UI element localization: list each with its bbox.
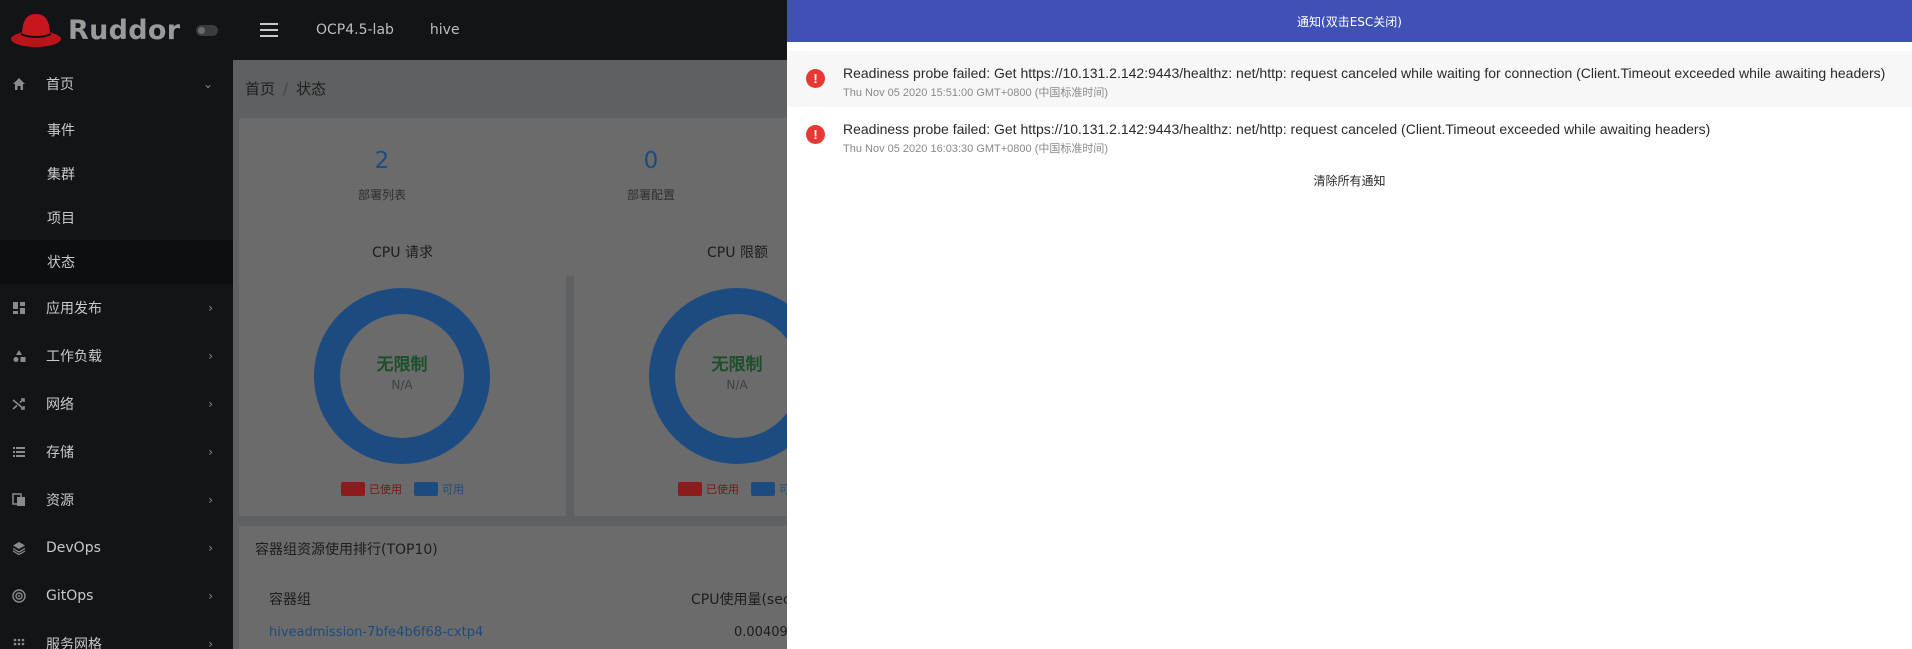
breadcrumb-home[interactable]: 首页 <box>245 80 275 98</box>
sidebar-item-resources[interactable]: 资源 › <box>0 476 233 524</box>
stat-value: 2 <box>374 148 390 174</box>
breadcrumb-current: 状态 <box>296 80 327 98</box>
donut-ring <box>314 288 490 464</box>
cpu-value: 0.00409 <box>734 625 788 640</box>
sidebar-item-service-mesh[interactable]: 服务网格 › <box>0 620 233 649</box>
sidebar-item-workloads[interactable]: 工作负载 › <box>0 332 233 380</box>
files-icon <box>12 493 26 507</box>
sidebar-subitem-events[interactable]: 事件 <box>0 108 233 152</box>
sidebar-item-label: 网络 <box>46 397 74 413</box>
cluster-selector[interactable]: OCP4.5-lab <box>316 22 394 38</box>
sidebar-subitem-projects[interactable]: 项目 <box>0 196 233 240</box>
drawer-header: 通知(双击ESC关闭) <box>787 0 1912 42</box>
sidebar-item-label: GitOps <box>46 588 94 604</box>
chart-legend: 已使用 可用 <box>239 481 566 497</box>
sidebar-item-app-release[interactable]: 应用发布 › <box>0 284 233 332</box>
sidebar-item-devops[interactable]: DevOps › <box>0 524 233 572</box>
stat-deployment-configs[interactable]: 0 部署配置 <box>591 148 711 203</box>
legend-used[interactable]: 已使用 <box>678 481 739 497</box>
donut-sub-label: N/A <box>391 378 413 392</box>
list-icon <box>12 445 26 459</box>
brand-name: Ruddor <box>68 14 181 46</box>
cpu-request-chart: CPU 请求 无限制 N/A 已使用 可用 <box>239 228 566 516</box>
chevron-right-icon: › <box>208 589 213 603</box>
sidebar-subitem-clusters[interactable]: 集群 <box>0 152 233 196</box>
sidebar-toggle[interactable] <box>196 24 219 36</box>
notification-message: Readiness probe failed: Get https://10.1… <box>843 65 1886 81</box>
pod-link[interactable]: hiveadmission-7bfe4b6f68-cxtp4 <box>269 625 483 640</box>
sidebar-subitem-status[interactable]: 状态 <box>0 240 233 284</box>
sidebar-item-label: DevOps <box>46 540 101 556</box>
pod-resource-ranking: 容器组资源使用排行(TOP10) 容器组 CPU使用量(sec) hiveadm… <box>239 526 799 649</box>
breadcrumb: 首页 / 状态 <box>245 78 326 99</box>
donut-center-label: 无限制 <box>376 355 428 375</box>
shuffle-icon <box>12 397 26 411</box>
radar-icon <box>12 589 26 603</box>
sidebar-item-gitops[interactable]: GitOps › <box>0 572 233 620</box>
legend-used[interactable]: 已使用 <box>341 481 402 497</box>
chevron-right-icon: › <box>208 637 213 649</box>
sidebar-item-storage[interactable]: 存储 › <box>0 428 233 476</box>
sidebar-item-label: 应用发布 <box>46 301 102 317</box>
chevron-right-icon: › <box>208 541 213 555</box>
chevron-right-icon: › <box>208 301 213 315</box>
legend-available[interactable]: 可用 <box>414 481 464 497</box>
notification-time: Thu Nov 05 2020 15:51:00 GMT+0800 (中国标准时… <box>843 87 1109 99</box>
sidebar-item-home[interactable]: 首页 ⌄ <box>0 60 233 108</box>
sidebar-item-label: 工作负载 <box>46 349 102 365</box>
breadcrumb-separator: / <box>283 80 289 98</box>
chevron-right-icon: › <box>208 493 213 507</box>
error-icon: ! <box>806 69 825 88</box>
sidebar-item-label: 首页 <box>46 77 74 93</box>
column-header-pod: 容器组 <box>269 592 311 608</box>
error-icon: ! <box>806 125 825 144</box>
chevron-right-icon: › <box>208 349 213 363</box>
chevron-right-icon: › <box>208 397 213 411</box>
notification-drawer: 通知(双击ESC关闭) ! Readiness probe failed: Ge… <box>787 0 1912 649</box>
notification-item[interactable]: ! Readiness probe failed: Get https://10… <box>787 107 1912 163</box>
donut-center-label: 无限制 <box>711 355 763 375</box>
stat-deployments[interactable]: 2 部署列表 <box>322 148 442 203</box>
sidebar-item-network[interactable]: 网络 › <box>0 380 233 428</box>
clear-all-button[interactable]: 清除所有通知 <box>787 172 1912 189</box>
layers-icon <box>12 541 26 555</box>
notification-message: Readiness probe failed: Get https://10.1… <box>843 121 1711 137</box>
brand: Ruddor <box>0 0 233 60</box>
sidebar: Ruddor 首页 ⌄ 事件 集群 项目 状态 应用发布 › 工作负载 › 网络… <box>0 0 233 649</box>
chevron-right-icon: › <box>208 445 213 459</box>
table-title: 容器组资源使用排行(TOP10) <box>255 542 438 558</box>
dashboard-icon <box>12 301 26 315</box>
home-icon <box>12 77 26 91</box>
stat-label: 部署配置 <box>626 188 675 202</box>
notification-item[interactable]: ! Readiness probe failed: Get https://10… <box>787 51 1912 107</box>
sidebar-item-label: 服务网格 <box>46 637 102 649</box>
sidebar-item-label: 存储 <box>46 445 74 461</box>
legend-available[interactable]: 可 <box>751 481 790 497</box>
notification-time: Thu Nov 05 2020 16:03:30 GMT+0800 (中国标准时… <box>843 143 1109 155</box>
project-selector[interactable]: hive <box>430 22 460 38</box>
grid-icon <box>12 637 26 649</box>
chevron-down-icon: ⌄ <box>202 77 213 91</box>
donut-sub-label: N/A <box>726 378 748 392</box>
stat-value: 0 <box>643 148 659 174</box>
stat-label: 部署列表 <box>357 188 406 202</box>
redhat-logo-icon <box>10 10 62 50</box>
sidebar-item-label: 资源 <box>46 493 74 509</box>
shapes-icon <box>12 349 26 363</box>
column-header-cpu[interactable]: CPU使用量(sec) <box>691 589 796 609</box>
hamburger-menu-icon[interactable] <box>260 23 280 37</box>
chart-title: CPU 请求 <box>372 245 433 261</box>
